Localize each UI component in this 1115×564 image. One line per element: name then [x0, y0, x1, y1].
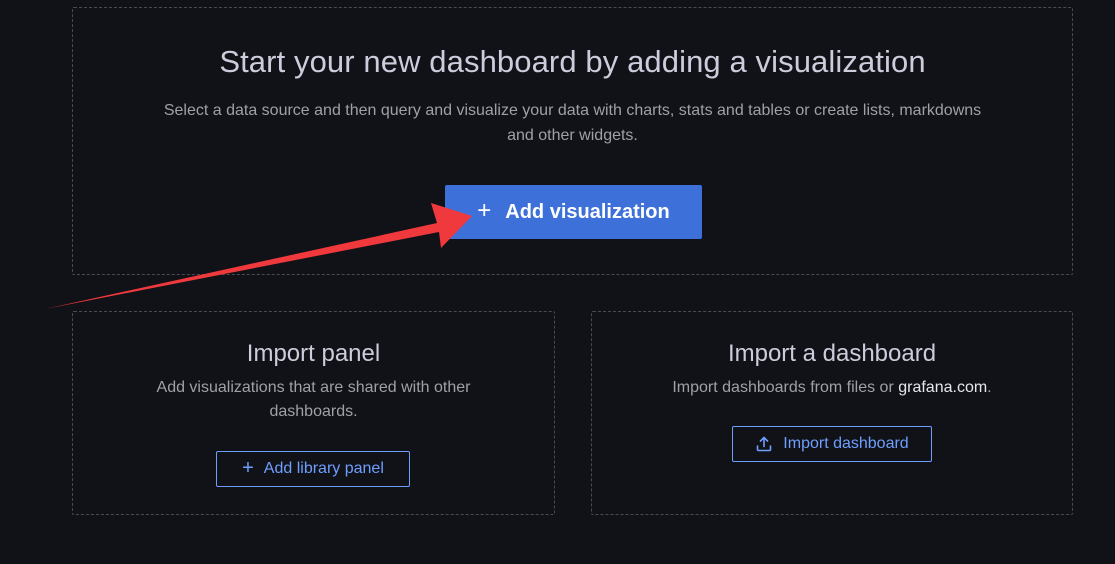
import-panel-card: Import panel Add visualizations that are…	[72, 311, 555, 515]
add-library-panel-label: Add library panel	[263, 460, 384, 477]
plus-icon: +	[477, 197, 492, 224]
import-panel-title: Import panel	[246, 340, 381, 367]
import-dashboard-description-text: Import dashboards from files or	[672, 379, 899, 396]
import-dashboard-description: Import dashboards from files or grafana.…	[642, 376, 1022, 400]
import-dashboard-description-end: .	[987, 379, 992, 396]
import-dashboard-title: Import a dashboard	[727, 340, 937, 367]
add-visualization-button[interactable]: + Add visualization	[445, 185, 702, 239]
grafana-com-link[interactable]: grafana.com	[898, 379, 987, 396]
import-dashboard-card: Import a dashboard Import dashboards fro…	[591, 311, 1073, 515]
plus-icon: +	[242, 457, 254, 479]
import-dashboard-label: Import dashboard	[783, 435, 909, 452]
hero-title: Start your new dashboard by adding a vis…	[219, 44, 926, 79]
add-library-panel-button[interactable]: + Add library panel	[216, 451, 410, 487]
import-dashboard-button[interactable]: Import dashboard	[732, 426, 932, 462]
import-panel-description: Add visualizations that are shared with …	[156, 379, 471, 420]
hero-description: Select a data source and then query and …	[163, 102, 982, 144]
add-visualization-label: Add visualization	[505, 200, 670, 223]
upload-icon	[755, 435, 773, 453]
empty-dashboard-hero: Start your new dashboard by adding a vis…	[72, 7, 1073, 275]
